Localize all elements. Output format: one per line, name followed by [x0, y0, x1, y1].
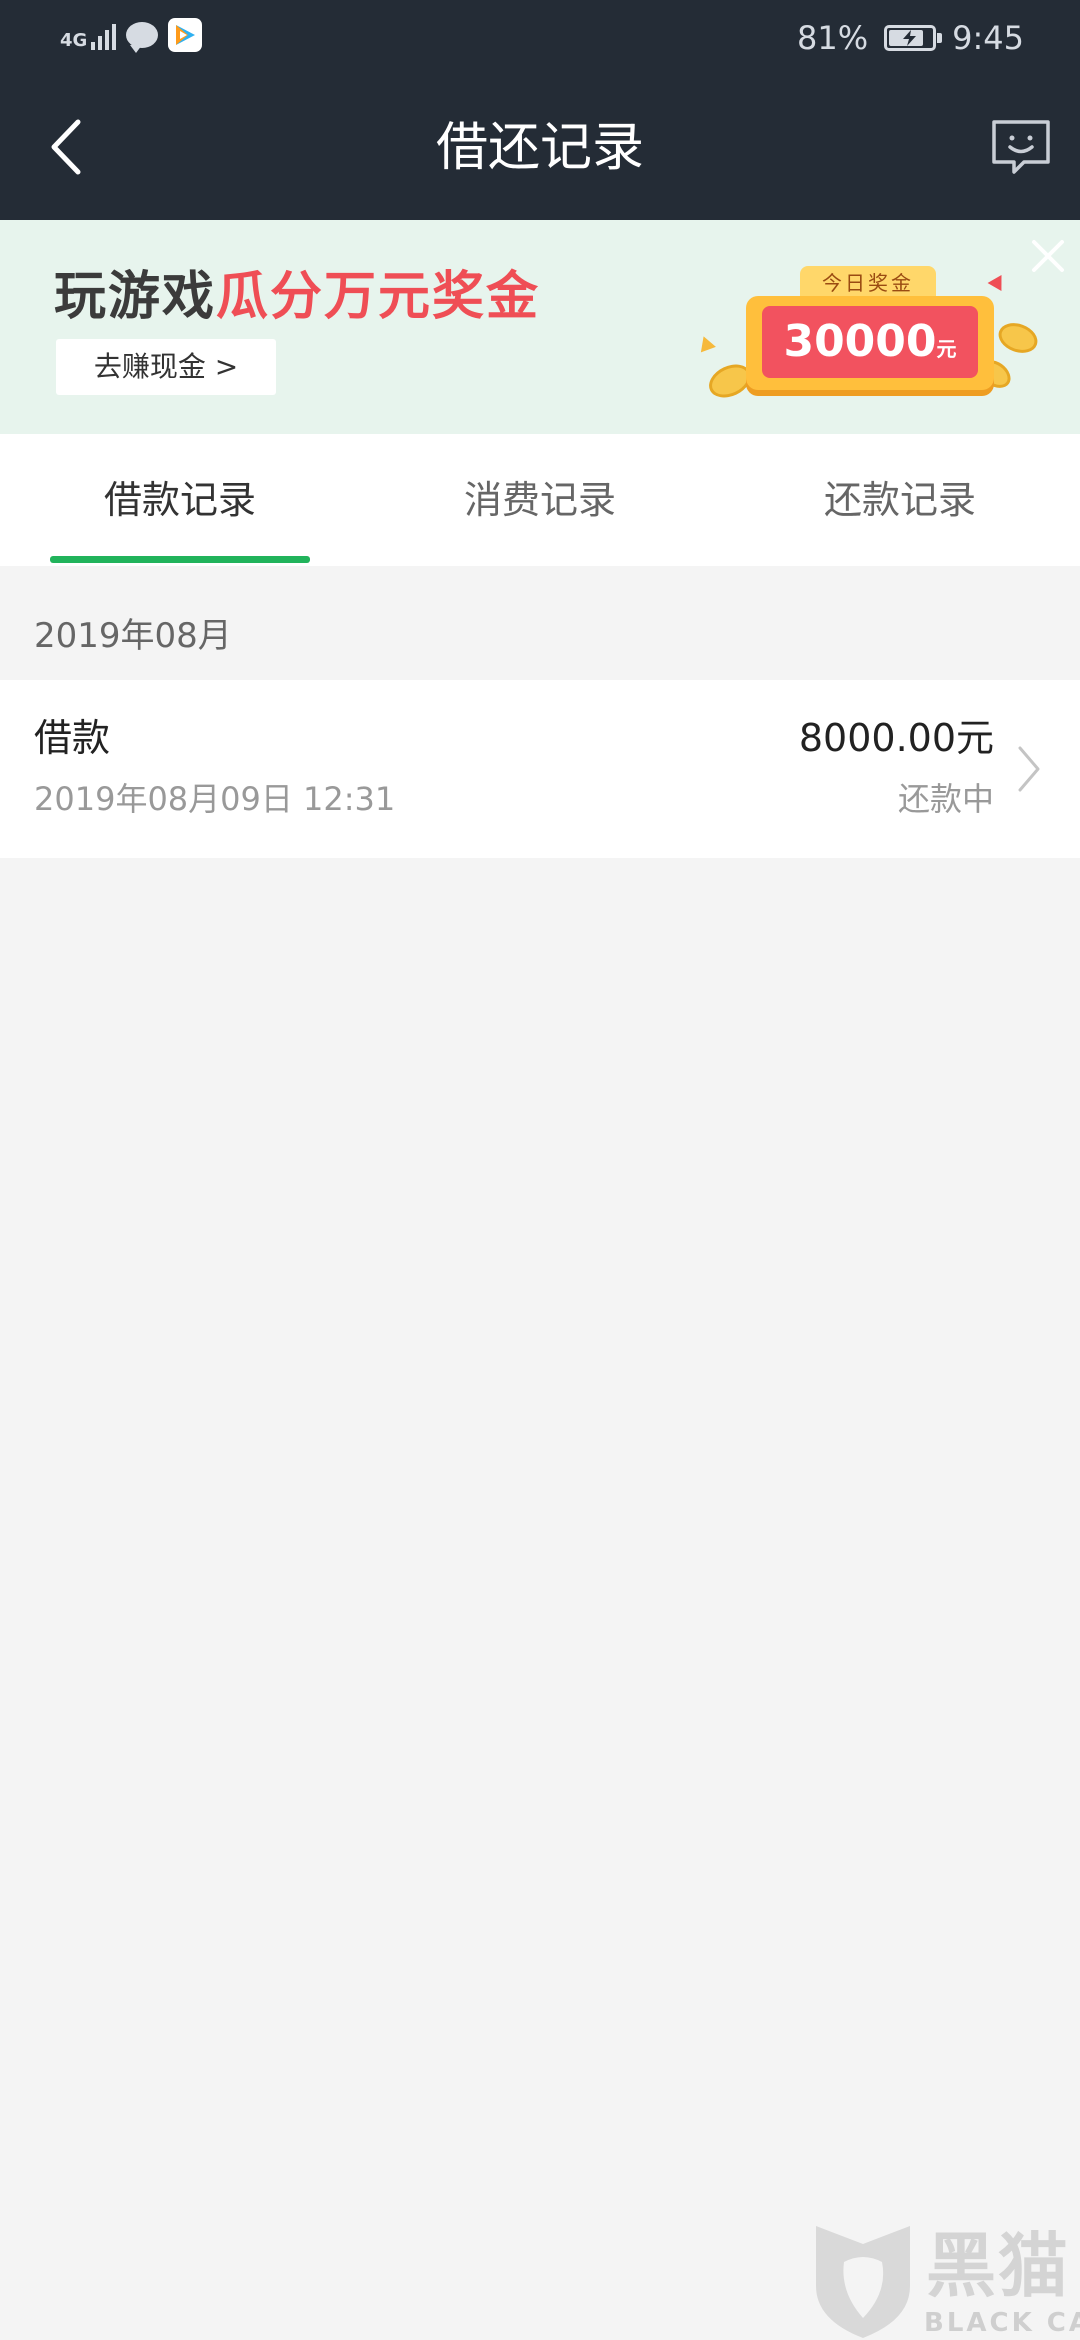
month-header: 2019年08月 — [34, 616, 232, 656]
prize-card: 30000元 — [746, 296, 994, 390]
battery-percent: 81% — [797, 19, 869, 57]
banner-title-part2: 瓜分万元奖金 — [216, 267, 541, 327]
status-left-icons: 4G — [60, 18, 203, 53]
record-status: 还款中 — [897, 780, 994, 818]
prize-label: 今日奖金 — [800, 266, 936, 300]
prize-graphic: 今日奖金 30000元 — [696, 266, 1048, 416]
clock: 9:45 — [952, 19, 1024, 57]
record-type: 借款 — [34, 716, 111, 760]
network-label: 4G — [60, 30, 88, 51]
promo-banner[interactable]: 玩游戏瓜分万元奖金 去赚现金 > 今日奖金 30000元 — [0, 220, 1080, 434]
banner-title: 玩游戏瓜分万元奖金 — [54, 264, 540, 330]
message-bubble-icon — [126, 22, 159, 53]
tab-consumption-records[interactable]: 消费记录 — [360, 434, 720, 566]
prize-unit: 元 — [936, 337, 957, 361]
record-datetime: 2019年08月09日 12:31 — [34, 780, 396, 818]
earn-cash-button[interactable]: 去赚现金 > — [56, 339, 276, 395]
feedback-button[interactable] — [986, 112, 1056, 182]
active-tab-indicator — [50, 556, 310, 563]
watermark-title: 黑猫 — [926, 2225, 1070, 2307]
tab-loan-records[interactable]: 借款记录 — [0, 434, 360, 566]
chat-feedback-icon — [992, 120, 1050, 174]
battery-charging-icon — [884, 25, 943, 51]
black-cat-logo-icon — [816, 2226, 910, 2338]
banner-close-button[interactable] — [1028, 236, 1068, 276]
watermark: 黑猫 BLACK CAT — [808, 2222, 1080, 2340]
record-tabs: 借款记录 消费记录 还款记录 — [0, 434, 1080, 566]
nav-bar: 借还记录 — [0, 76, 1080, 220]
page-title: 借还记录 — [435, 118, 644, 178]
banner-title-part1: 玩游戏 — [54, 267, 217, 327]
watermark-subtitle: BLACK CAT — [924, 2308, 1080, 2338]
status-right: 81% 9:45 — [797, 14, 1024, 62]
tab-repayment-records[interactable]: 还款记录 — [720, 434, 1080, 566]
status-bar: 4G 81% 9:45 — [0, 0, 1080, 76]
close-icon — [1032, 240, 1064, 272]
chevron-right-icon — [1018, 746, 1040, 792]
prize-amount: 30000 — [783, 316, 937, 367]
record-row[interactable]: 借款 2019年08月09日 12:31 8000.00元 还款中 — [0, 680, 1080, 858]
tencent-video-icon — [168, 18, 203, 52]
signal-icon: 4G — [60, 20, 117, 51]
record-amount: 8000.00元 — [798, 716, 994, 760]
